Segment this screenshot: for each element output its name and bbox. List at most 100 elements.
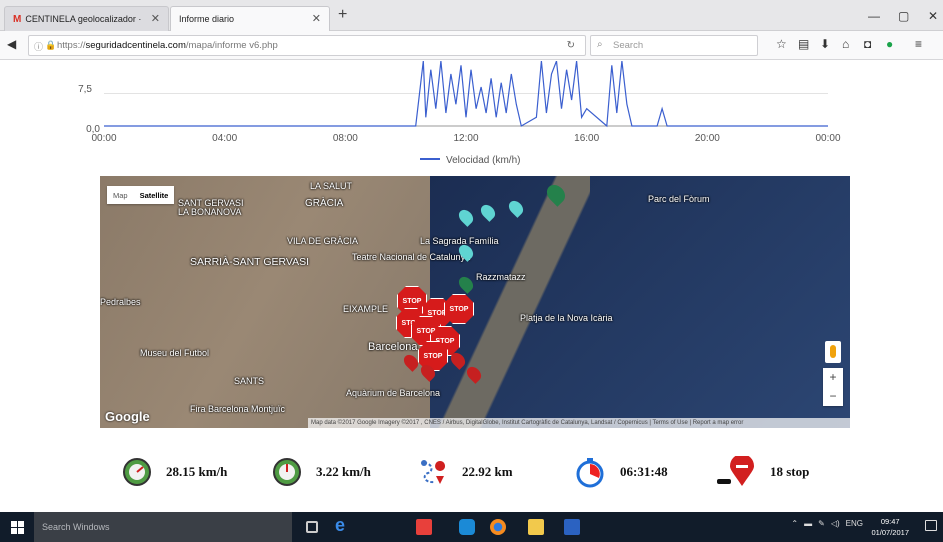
stat-value: 22.92 km xyxy=(462,464,513,479)
windows-search-input[interactable]: Search Windows xyxy=(34,512,292,542)
show-hidden-icons-icon[interactable]: ⌃ xyxy=(791,519,798,528)
word-icon[interactable] xyxy=(564,519,580,535)
home-icon[interactable]: ⌂ xyxy=(842,37,849,51)
x-tick-label: 08:00 xyxy=(333,133,358,144)
google-logo: Google xyxy=(105,409,150,424)
x-tick-labels: 00:00 04:00 08:00 12:00 16:00 20:00 00:00 xyxy=(91,133,840,144)
route-icon xyxy=(421,460,446,484)
map-label: Fira Barcelona Montjuïc xyxy=(190,404,286,414)
file-explorer-icon[interactable] xyxy=(528,519,544,535)
windows-search-placeholder: Search Windows xyxy=(42,522,110,532)
map-attribution[interactable]: Map data ©2017 Google Imagery ©2017 , CN… xyxy=(308,418,850,428)
map-label: LA SALUT xyxy=(310,181,353,191)
pocket-icon[interactable]: ◘ xyxy=(864,37,871,51)
stat-max-speed: 28.15 km/h xyxy=(122,455,227,489)
map-type-satellite-button[interactable]: Satellite xyxy=(134,191,175,200)
legend-label[interactable]: Velocidad (km/h) xyxy=(446,155,520,166)
taskbar-clock[interactable]: 09:47 01/07/2017 xyxy=(871,516,909,538)
chart-gridlines xyxy=(104,93,828,127)
gmail-icon: M xyxy=(13,13,22,25)
map-label: Barcelona xyxy=(368,341,418,353)
map-label: EIXAMPLE xyxy=(343,304,389,314)
download-icon[interactable]: ⬇ xyxy=(820,37,830,51)
map-label: Platja de la Nova Icària xyxy=(520,313,613,323)
x-tick-label: 20:00 xyxy=(695,133,720,144)
windows-start-icon[interactable] xyxy=(11,521,24,534)
close-tab-icon[interactable]: ✕ xyxy=(312,12,321,25)
y-tick-label: 7,5 xyxy=(78,84,92,95)
x-tick-label: 12:00 xyxy=(453,133,478,144)
close-window-button[interactable]: ✕ xyxy=(928,9,938,23)
clipboard-icon[interactable]: ▤ xyxy=(798,37,809,51)
map-label: La Sagrada Família xyxy=(420,236,499,246)
maximize-button[interactable]: ▢ xyxy=(898,9,909,23)
back-arrow-icon[interactable]: ◀ xyxy=(7,37,16,51)
stat-value: 06:31:48 xyxy=(620,464,668,479)
x-tick-label: 16:00 xyxy=(574,133,599,144)
x-tick-label: 00:00 xyxy=(815,133,840,144)
speed-chart: 7,5 0,0 00:00 04:00 08:00 12:00 16:00 20:00 00… xyxy=(78,61,841,166)
clock-date: 01/07/2017 xyxy=(871,528,909,537)
volume-icon[interactable]: ◁) xyxy=(831,519,840,528)
stat-value: 28.15 km/h xyxy=(166,464,228,479)
map-label: SARRIÀ-SANT GERVASI xyxy=(190,256,310,268)
windows-taskbar: Search Windows e ⌃ ▬ ✎ ◁) ENG 09:47 01/0… xyxy=(0,512,943,542)
stat-avg-speed: 3.22 km/h xyxy=(272,455,371,489)
edge-browser-icon[interactable]: e xyxy=(335,515,351,535)
map-type-map-button[interactable]: Map xyxy=(107,191,134,200)
stat-value: 3.22 km/h xyxy=(316,464,371,479)
search-input[interactable]: ⌕ Search xyxy=(590,35,758,56)
notifications-icon[interactable] xyxy=(925,520,937,531)
tab-label: CENTINELA geolocalizador · xyxy=(25,14,142,24)
navigation-bar: ◀ ⓘ 🔒 https://seguridadcentinela.com/map… xyxy=(0,31,943,60)
url-domain: seguridadcentinela.com xyxy=(85,40,186,51)
zoom-in-button[interactable]: + xyxy=(823,368,843,387)
url-bar[interactable]: ⓘ 🔒 https://seguridadcentinela.com/mapa/… xyxy=(28,35,586,56)
stat-stops: 18 stop xyxy=(716,455,809,489)
store-icon[interactable] xyxy=(416,519,432,535)
language-indicator[interactable]: ENG xyxy=(846,519,863,528)
x-tick-label: 04:00 xyxy=(212,133,237,144)
map-label: Razzmatazz xyxy=(476,272,526,282)
map-type-toggle: Map Satellite xyxy=(107,186,175,204)
speedometer-low-icon xyxy=(273,458,301,486)
browser-tab-bar: M CENTINELA geolocalizador · ✕ Informe d… xyxy=(0,0,943,31)
tab-informe-diario[interactable]: Informe diario ✕ xyxy=(170,6,330,31)
task-view-icon[interactable] xyxy=(306,521,318,533)
url-path: /mapa/informe v6.php xyxy=(185,40,278,51)
tab-centinela[interactable]: M CENTINELA geolocalizador · ✕ xyxy=(4,6,169,31)
pen-icon[interactable]: ✎ xyxy=(818,519,825,528)
reload-icon[interactable]: ↻ xyxy=(567,40,575,51)
extension-icon[interactable]: ● xyxy=(886,37,893,51)
firefox-icon[interactable] xyxy=(490,519,506,535)
bookmark-star-icon[interactable]: ☆ xyxy=(776,37,787,51)
info-icon[interactable]: ⓘ xyxy=(34,40,43,53)
network-icon[interactable]: ▬ xyxy=(804,519,812,528)
street-view-pegman-icon[interactable] xyxy=(825,341,841,363)
stop-marker-icon xyxy=(717,456,754,486)
menu-icon[interactable]: ≡ xyxy=(915,37,922,51)
minimize-button[interactable]: — xyxy=(868,9,880,23)
close-tab-icon[interactable]: ✕ xyxy=(151,12,160,25)
new-tab-button[interactable]: + xyxy=(338,6,347,24)
zoom-out-button[interactable]: − xyxy=(823,387,843,406)
map-label: GRÀCIA xyxy=(305,198,344,209)
stopwatch-icon xyxy=(576,458,604,488)
map-label: LA BONANOVA xyxy=(178,207,242,217)
speedometer-high-icon xyxy=(123,458,151,486)
satellite-map[interactable]: Map Satellite SANT GERVASI LA BONANOVA G… xyxy=(100,176,850,428)
map-label: Parc del Fòrum xyxy=(648,194,710,204)
map-label: Teatre Nacional de Catalunya xyxy=(352,252,471,262)
url-prefix: https:// xyxy=(57,40,86,51)
map-label: Museu del Futbol xyxy=(140,348,210,358)
map-label: SANTS xyxy=(234,376,265,386)
search-placeholder: Search xyxy=(613,40,644,51)
skype-icon[interactable] xyxy=(459,519,475,535)
clock-time: 09:47 xyxy=(880,517,900,526)
map-label: Aquàrium de Barcelona xyxy=(346,388,441,398)
map-label: Pedralbes xyxy=(100,297,141,307)
stat-duration: 06:31:48 xyxy=(574,455,668,489)
search-icon: ⌕ xyxy=(597,39,603,50)
stop-marker[interactable]: STOP xyxy=(444,294,474,324)
map-label: VILA DE GRÀCIA xyxy=(287,236,359,246)
